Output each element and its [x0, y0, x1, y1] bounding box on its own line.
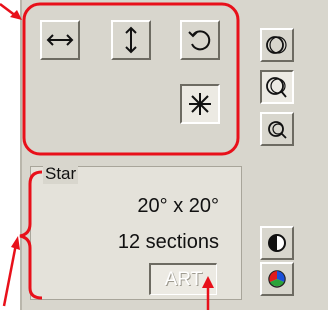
info-pointer-arrow: [2, 243, 18, 307]
horizontal-double-arrow-icon: [46, 34, 74, 46]
color-button[interactable]: [260, 262, 294, 296]
view-mode-button-1[interactable]: [260, 28, 294, 62]
shape-info-panel: Star 20° x 20° 12 sections ART: [30, 164, 242, 300]
shape-sections-label: 12 sections: [117, 231, 219, 253]
shape-name-label: Star: [43, 164, 79, 184]
view-circle-pointer-icon: [266, 77, 287, 98]
info-pointer-arrowhead: [11, 236, 20, 250]
contrast-icon: [268, 234, 286, 252]
star-shape-button[interactable]: [180, 84, 220, 124]
art-button[interactable]: ART: [149, 263, 217, 295]
horizontal-resize-button[interactable]: [40, 20, 80, 60]
vertical-double-arrow-icon: [125, 26, 137, 54]
color-wheel-icon: [268, 270, 286, 288]
view-circle-small-pointer-icon: [268, 121, 287, 139]
view-mode-button-2[interactable]: [260, 70, 294, 104]
star-icon: [189, 93, 211, 115]
rotate-icon: [188, 30, 211, 51]
toolbar-pointer-arrow: [0, 3, 17, 17]
shape-size-label: 20° x 20°: [137, 195, 219, 217]
view-mode-button-3[interactable]: [260, 112, 294, 146]
screenshot: Star 20° x 20° 12 sections ART: [0, 0, 328, 310]
vertical-resize-button[interactable]: [111, 20, 151, 60]
contrast-button[interactable]: [260, 226, 294, 260]
view-circle-outline-icon: [266, 36, 287, 54]
rotate-button[interactable]: [180, 20, 220, 60]
